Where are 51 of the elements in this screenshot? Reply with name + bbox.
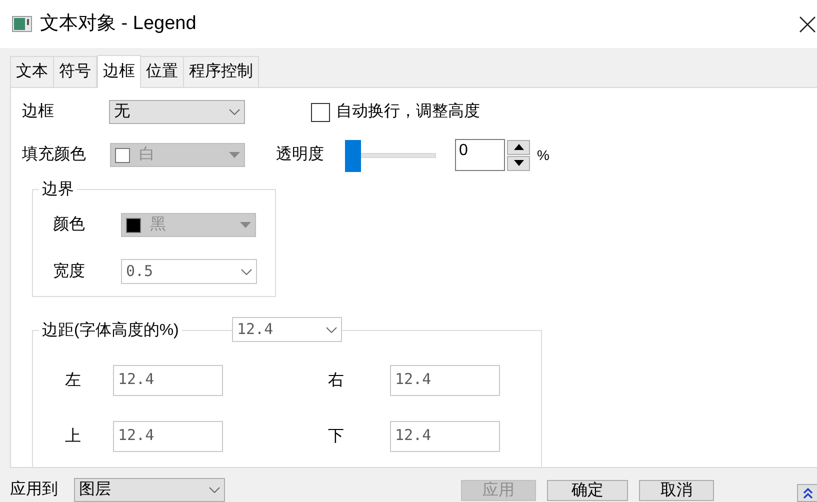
collapse-button[interactable]	[797, 484, 817, 502]
dialog-button[interactable]: 确定	[547, 480, 628, 501]
input-field[interactable]: 12.4	[113, 421, 223, 452]
field-label: 下	[328, 426, 345, 446]
field-label: 左	[65, 370, 82, 390]
double-chevron-up-icon	[802, 487, 812, 499]
field-label: 颜色	[53, 214, 86, 235]
unit-label: %	[537, 146, 550, 164]
field-label: 应用到	[10, 480, 59, 500]
checkbox-label: 自动换行，调整高度	[336, 102, 480, 122]
width-dropdown[interactable]: 0.5	[121, 259, 257, 284]
down-triangle-icon	[240, 222, 251, 228]
input-field[interactable]: 12.4	[390, 365, 500, 396]
field-label: 透明度	[276, 144, 325, 165]
tab[interactable]: 符号	[53, 56, 97, 87]
tab[interactable]: 程序控制	[183, 56, 259, 87]
slider-thumb[interactable]	[345, 140, 361, 172]
chevron-down-icon	[229, 109, 240, 115]
field-label: 上	[65, 426, 82, 446]
dropdown-value: 黑	[150, 215, 166, 235]
close-icon[interactable]	[799, 16, 816, 32]
up-triangle-icon	[514, 144, 524, 150]
input-field[interactable]: 12.4	[113, 365, 223, 396]
spin-down-button[interactable]	[507, 156, 530, 170]
dropdown-value: 12.4	[237, 319, 274, 340]
field-label: 边框	[22, 102, 55, 122]
chevron-down-icon	[209, 487, 220, 493]
dialog-button[interactable]: 取消	[639, 480, 714, 501]
tab[interactable]: 边框	[97, 55, 141, 88]
checkbox[interactable]	[311, 102, 330, 122]
window-title: 文本对象 - Legend	[40, 12, 196, 36]
dropdown-value: 无	[114, 102, 130, 122]
input-field[interactable]: 12.4	[390, 421, 500, 452]
margin-dropdown[interactable]: 12.4	[232, 317, 342, 342]
field-label: 填充颜色	[22, 144, 87, 165]
dropdown-value: 图层	[79, 480, 111, 500]
dropdown-value: 0.5	[126, 261, 154, 282]
transparency-slider[interactable]	[345, 139, 436, 171]
border-dropdown[interactable]: 无	[109, 100, 245, 124]
dropdown-value: 白	[139, 145, 155, 165]
field-label: 宽度	[53, 262, 86, 282]
window-icon	[12, 16, 32, 32]
apply-to-dropdown[interactable]: 图层	[74, 478, 225, 502]
field-label: 右	[328, 370, 345, 390]
transparency-field[interactable]: 0	[455, 139, 505, 171]
chevron-down-icon	[326, 326, 337, 332]
down-triangle-icon	[229, 152, 240, 158]
down-triangle-icon	[514, 160, 524, 166]
tab[interactable]: 文本	[10, 56, 54, 87]
spin-up-button[interactable]	[507, 140, 530, 154]
chevron-down-icon	[241, 268, 252, 274]
